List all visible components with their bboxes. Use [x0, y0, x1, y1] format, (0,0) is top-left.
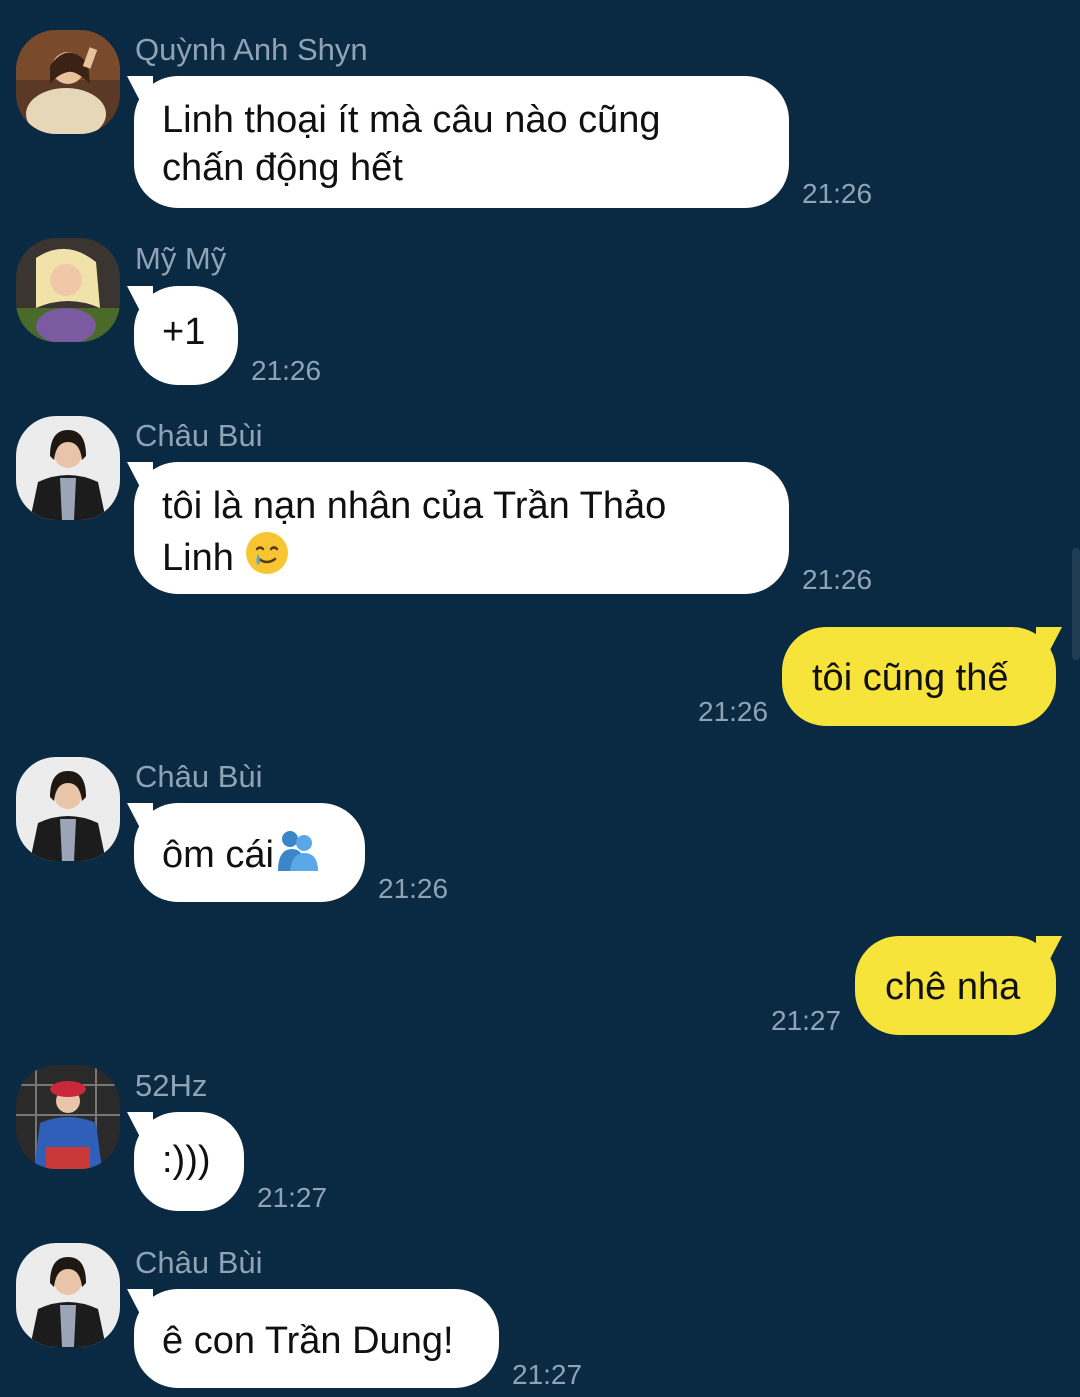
avatar-photo-icon	[16, 1065, 120, 1169]
message-text: :)))	[162, 1139, 211, 1181]
sender-name: Quỳnh Anh Shyn	[135, 32, 368, 67]
message-text: +1	[162, 311, 206, 353]
message-time: 21:27	[512, 1359, 583, 1390]
sender-name: Châu Bùi	[135, 1245, 263, 1280]
message-text: tôi cũng thế	[812, 657, 1009, 699]
avatar-chau-bui[interactable]	[16, 1243, 120, 1347]
avatar-photo-icon	[16, 1243, 120, 1347]
message-text-line: Linh	[162, 537, 234, 579]
message-bubble[interactable]: :)))	[134, 1112, 244, 1211]
avatar-quynh-anh-shyn[interactable]	[16, 30, 120, 134]
message-text-line: tôi là nạn nhân của Trần Thảo	[162, 485, 667, 527]
message-bubble-outgoing[interactable]: chê nha	[855, 936, 1056, 1035]
message-time: 21:27	[771, 1005, 842, 1036]
avatar-chau-bui[interactable]	[16, 416, 120, 520]
avatar-chau-bui[interactable]	[16, 757, 120, 861]
sender-name: Châu Bùi	[135, 759, 263, 794]
avatar-photo-icon	[16, 416, 120, 520]
message-time: 21:27	[257, 1182, 328, 1213]
avatar-photo-icon	[16, 238, 120, 342]
message-time: 21:26	[698, 696, 769, 727]
message-time: 21:26	[378, 873, 449, 904]
sender-name: 52Hz	[135, 1068, 208, 1103]
people-hugging-icon	[274, 827, 320, 885]
message-time: 21:26	[802, 178, 873, 209]
smiling-with-tear-icon	[244, 530, 290, 588]
message-time: 21:26	[802, 564, 873, 595]
sender-name: Châu Bùi	[135, 418, 263, 453]
avatar-52hz[interactable]	[16, 1065, 120, 1169]
message-bubble[interactable]: ê con Trần Dung!	[134, 1289, 499, 1388]
message-time: 21:26	[251, 355, 322, 386]
message-text-line-wrapper: Linh	[162, 530, 761, 588]
scrollbar[interactable]	[1072, 548, 1080, 660]
message-bubble[interactable]: Linh thoại ít mà câu nào cũng chấn động …	[134, 76, 789, 208]
message-bubble-outgoing[interactable]: tôi cũng thế	[782, 627, 1056, 726]
avatar-photo-icon	[16, 30, 120, 134]
avatar-photo-icon	[16, 757, 120, 861]
message-bubble[interactable]: ôm cái	[134, 803, 365, 902]
sender-name: Mỹ Mỹ	[135, 241, 227, 276]
message-text-line: chấn động hết	[162, 147, 403, 189]
message-bubble[interactable]: +1	[134, 286, 238, 385]
message-bubble[interactable]: tôi là nạn nhân của Trần Thảo Linh	[134, 462, 789, 594]
avatar-my-my[interactable]	[16, 238, 120, 342]
message-text: ôm cái	[162, 834, 274, 876]
chat-thread[interactable]: Quỳnh Anh Shyn Linh thoại ít mà câu nào …	[0, 0, 1080, 1397]
message-text: ê con Trần Dung!	[162, 1320, 454, 1362]
message-text-line: Linh thoại ít mà câu nào cũng	[162, 99, 661, 141]
message-text: chê nha	[885, 966, 1021, 1008]
